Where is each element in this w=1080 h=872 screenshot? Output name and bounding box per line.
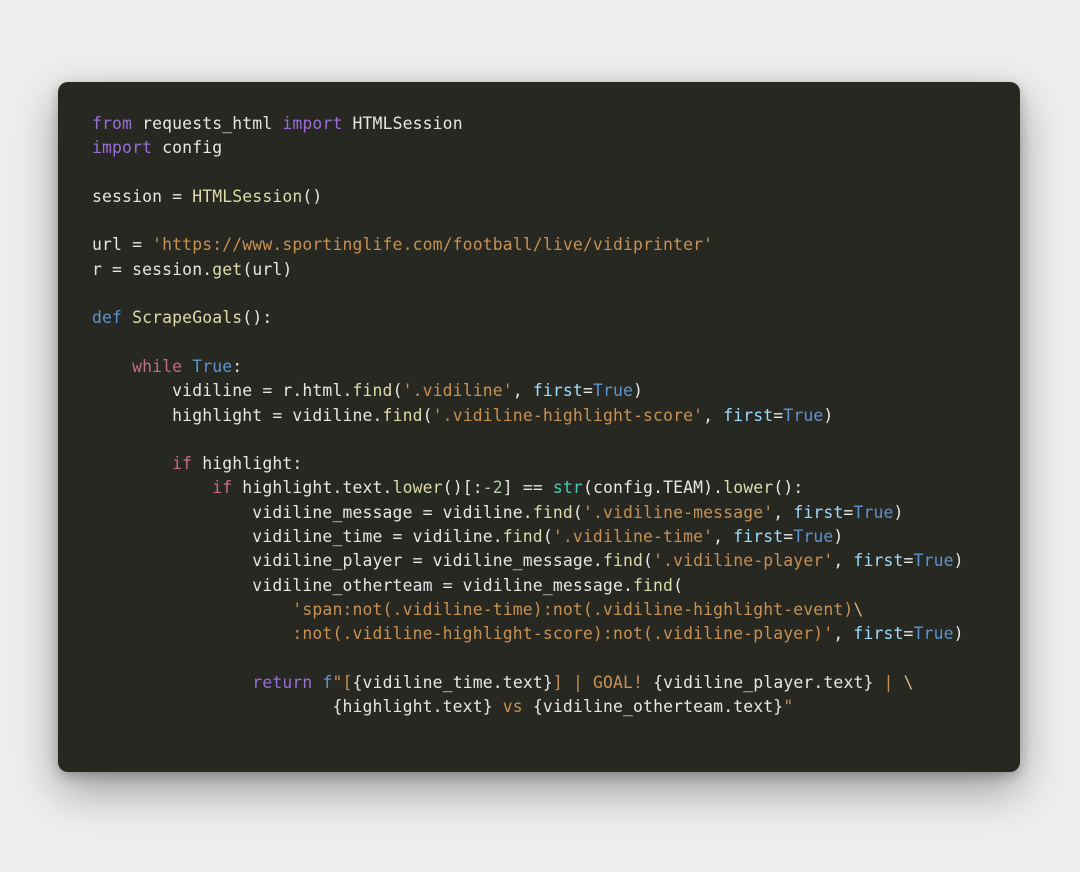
kw-def: def xyxy=(92,308,122,327)
kw-from: from xyxy=(92,114,132,133)
var-r: r xyxy=(92,260,102,279)
code-block: from requests_html import HTMLSession im… xyxy=(92,112,986,719)
var-session: session xyxy=(92,187,162,206)
module-requests-html: requests_html xyxy=(142,114,272,133)
fstring-prefix: f xyxy=(322,673,332,692)
kw-while: while xyxy=(132,357,182,376)
kw-return: return xyxy=(252,673,312,692)
code-snippet-card: from requests_html import HTMLSession im… xyxy=(58,82,1020,772)
funcname-scrapegoals: ScrapeGoals xyxy=(132,308,242,327)
call-get: get xyxy=(212,260,242,279)
kw-import: import xyxy=(282,114,342,133)
line-continuation: \ xyxy=(904,673,914,692)
symbol-htmlsession: HTMLSession xyxy=(353,114,463,133)
call-htmlsession: HTMLSession xyxy=(192,187,302,206)
kw-if: if xyxy=(172,454,192,473)
var-url: url xyxy=(92,235,122,254)
string-url: 'https://www.sportinglife.com/football/l… xyxy=(152,235,713,254)
const-true: True xyxy=(192,357,232,376)
module-config: config xyxy=(162,138,222,157)
builtin-str: str xyxy=(553,478,583,497)
kw-import: import xyxy=(92,138,152,157)
line-continuation: \ xyxy=(853,600,863,619)
